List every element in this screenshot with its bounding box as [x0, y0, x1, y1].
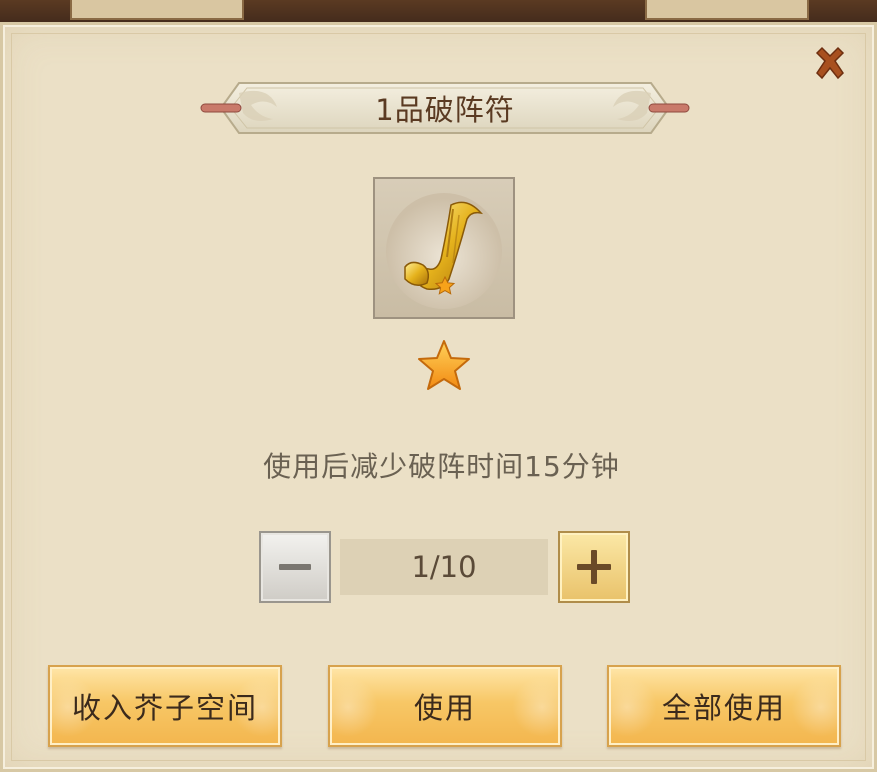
item-icon-frame[interactable] — [373, 177, 515, 319]
use-all-button[interactable]: 全部使用 — [607, 665, 841, 747]
close-icon — [815, 46, 845, 80]
use-button[interactable]: 使用 — [328, 665, 562, 747]
minus-icon — [279, 564, 311, 570]
quantity-display: 1/10 — [340, 539, 548, 595]
store-button-label: 收入芥子空间 — [71, 691, 258, 725]
background-tab-left — [70, 0, 244, 20]
use-all-button-label: 全部使用 — [661, 691, 786, 725]
increase-quantity-button[interactable] — [558, 531, 630, 603]
item-description: 使用后减少破阵时间15分钟 — [263, 450, 620, 483]
dialog-title: 1品破阵符 — [375, 93, 515, 127]
item-dialog: 1品破阵符 使用后减少破阵时间15分钟 1/10 收入芥子空间 使用 全部使用 — [0, 22, 877, 772]
background-tab-right — [645, 0, 809, 20]
title-banner: 1品破阵符 — [199, 77, 691, 139]
plus-icon — [577, 550, 611, 584]
store-to-space-button[interactable]: 收入芥子空间 — [48, 665, 282, 747]
golden-scroll-icon — [386, 193, 502, 309]
decrease-quantity-button[interactable] — [259, 531, 331, 603]
star-icon — [418, 340, 470, 390]
close-button[interactable] — [812, 45, 848, 81]
use-button-label: 使用 — [413, 691, 476, 725]
